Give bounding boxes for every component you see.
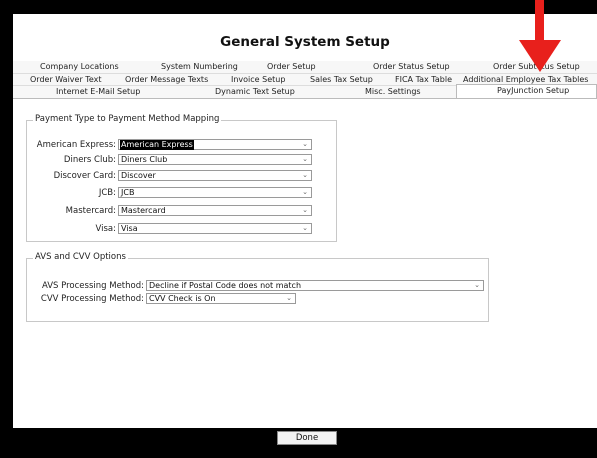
tab-order-status-setup[interactable]: Order Status Setup [373,62,450,71]
chevron-down-icon[interactable]: ⌄ [283,294,295,303]
jcb-select-value: JCB [121,188,135,197]
tab-payjunction-setup-label: PayJunction Setup [497,86,570,95]
discover-select[interactable]: Discover ⌄ [118,170,312,181]
tab-fica-tax-table[interactable]: FICA Tax Table [395,75,452,84]
red-arrow-icon [519,0,561,72]
chevron-down-icon[interactable]: ⌄ [299,171,311,180]
chevron-down-icon[interactable]: ⌄ [299,155,311,164]
tab-row-1: Company Locations System Numbering Order… [13,61,597,73]
cvv-select[interactable]: CVV Check is On ⌄ [146,293,296,304]
tab-invoice-setup[interactable]: Invoice Setup [231,75,285,84]
chevron-down-icon[interactable]: ⌄ [471,281,483,290]
done-button[interactable]: Done [277,431,337,445]
cvv-select-value: CVV Check is On [149,294,216,303]
mastercard-select[interactable]: Mastercard ⌄ [118,205,312,216]
avs-label: AVS Processing Method: [41,281,144,291]
diners-select-value: Diners Club [121,155,168,164]
tab-misc-settings[interactable]: Misc. Settings [365,87,421,96]
jcb-label: JCB: [98,188,116,198]
chevron-down-icon[interactable]: ⌄ [299,188,311,197]
tab-order-setup[interactable]: Order Setup [267,62,316,71]
avs-cvv-legend: AVS and CVV Options [33,252,128,262]
avs-select[interactable]: Decline if Postal Code does not match ⌄ [146,280,484,291]
discover-label: Discover Card: [53,171,116,181]
chevron-down-icon[interactable]: ⌄ [299,140,311,149]
cvv-label: CVV Processing Method: [40,294,144,304]
tab-internet-email-setup[interactable]: Internet E-Mail Setup [56,87,140,96]
amex-select[interactable]: American Express ⌄ [118,139,312,150]
tab-order-waiver-text[interactable]: Order Waiver Text [30,75,101,84]
chevron-down-icon[interactable]: ⌄ [299,224,311,233]
payment-mapping-legend: Payment Type to Payment Method Mapping [33,114,222,124]
visa-select[interactable]: Visa ⌄ [118,223,312,234]
visa-select-value: Visa [121,224,138,233]
avs-select-value: Decline if Postal Code does not match [149,281,302,290]
amex-select-value: American Express [120,140,194,150]
mastercard-select-value: Mastercard [121,206,166,215]
tab-payjunction-setup[interactable]: PayJunction Setup [456,84,597,98]
diners-select[interactable]: Diners Club ⌄ [118,154,312,165]
tab-system-numbering[interactable]: System Numbering [161,62,238,71]
diners-label: Diners Club: [63,155,116,165]
amex-label: American Express: [36,140,116,150]
tab-additional-employee-tax-tables[interactable]: Additional Employee Tax Tables [463,75,588,84]
tab-order-message-texts[interactable]: Order Message Texts [125,75,208,84]
discover-select-value: Discover [121,171,156,180]
tab-dynamic-text-setup[interactable]: Dynamic Text Setup [215,87,295,96]
tab-company-locations[interactable]: Company Locations [40,62,119,71]
tab-sales-tax-setup[interactable]: Sales Tax Setup [310,75,373,84]
mastercard-label: Mastercard: [65,206,116,216]
window-title: General System Setup [220,34,390,50]
jcb-select[interactable]: JCB ⌄ [118,187,312,198]
visa-label: Visa: [95,224,117,234]
chevron-down-icon[interactable]: ⌄ [299,206,311,215]
